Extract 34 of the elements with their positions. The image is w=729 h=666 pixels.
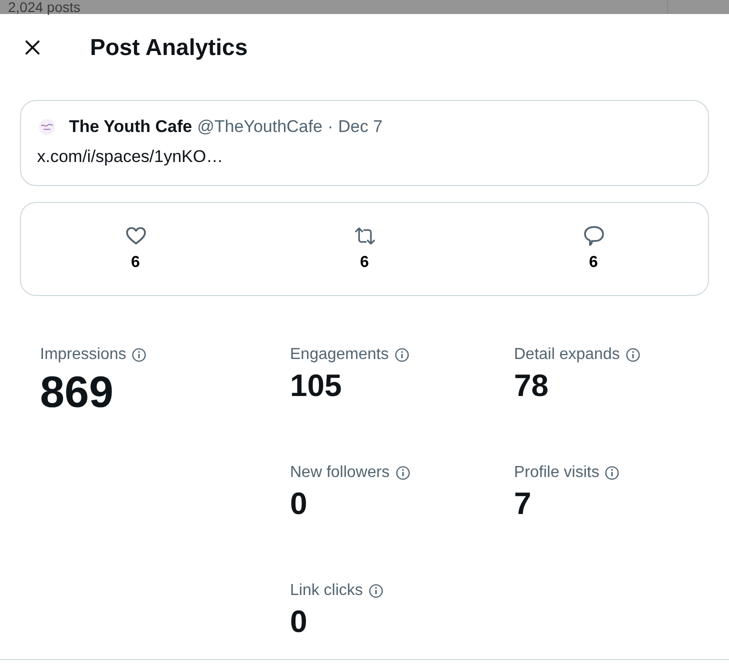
info-icon[interactable] [605, 466, 620, 480]
repost-icon [354, 226, 374, 246]
avatar-icon [39, 119, 55, 135]
metric-value: 105 [290, 368, 342, 404]
close-icon [24, 40, 40, 54]
speech-bubble-icon [584, 226, 604, 246]
info-icon[interactable] [394, 348, 409, 362]
info-icon[interactable] [368, 584, 383, 598]
author-name: The Youth Cafe [69, 117, 192, 137]
info-icon[interactable] [132, 348, 146, 362]
metric-value: 0 [290, 604, 308, 640]
metric-label: Engagements [290, 346, 389, 364]
metric-value: 0 [290, 486, 308, 522]
post-card[interactable]: The Youth Cafe @TheYouthCafe · Dec 7 x.com/i/spaces/1ynKO… [20, 100, 709, 186]
modal-title: Post Analytics [90, 34, 248, 60]
separator-dot: · [327, 117, 334, 137]
post-count: 2,024 posts [7, 0, 80, 14]
engagement-count: 6 [589, 254, 598, 272]
metric-label: Profile visits [514, 464, 600, 482]
metric-label: Link clicks [290, 582, 363, 600]
heart-icon [126, 226, 146, 246]
metric-label: Detail expands [514, 346, 620, 364]
post-text: x.com/i/spaces/1ynKO… [37, 147, 224, 167]
engagement-count: 6 [131, 254, 140, 272]
post-date: Dec 7 [338, 117, 383, 137]
metric-value: 869 [40, 368, 114, 418]
metric-value: 78 [514, 368, 548, 404]
info-icon[interactable] [396, 466, 410, 480]
engagement-count: 6 [360, 254, 369, 272]
metric-label: New followers [290, 464, 390, 482]
metric-label: Impressions [40, 346, 126, 364]
info-icon[interactable] [626, 348, 640, 362]
metric-value: 7 [514, 486, 532, 522]
author-handle: @TheYouthCafe [197, 117, 322, 137]
